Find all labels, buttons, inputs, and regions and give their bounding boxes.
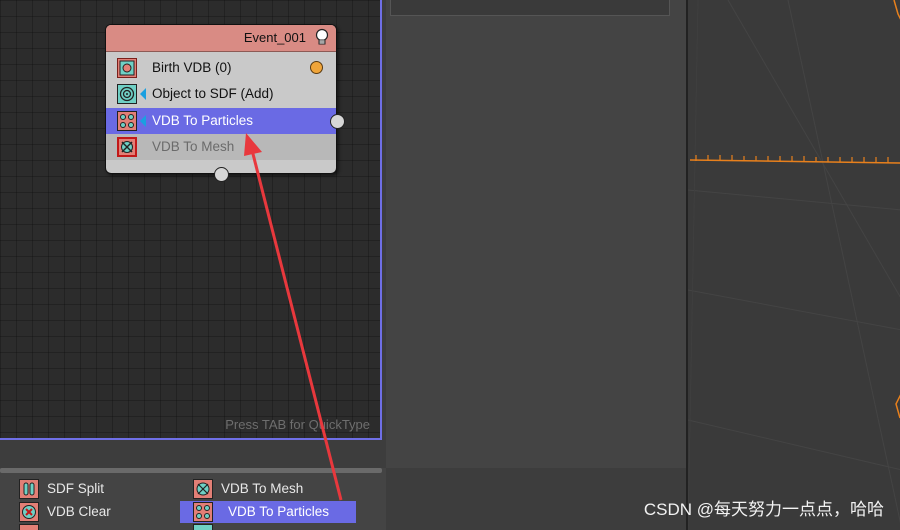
annotation-arrow [244, 133, 343, 501]
watermark: CSDN @每天努力一点点，哈哈 [643, 500, 884, 519]
